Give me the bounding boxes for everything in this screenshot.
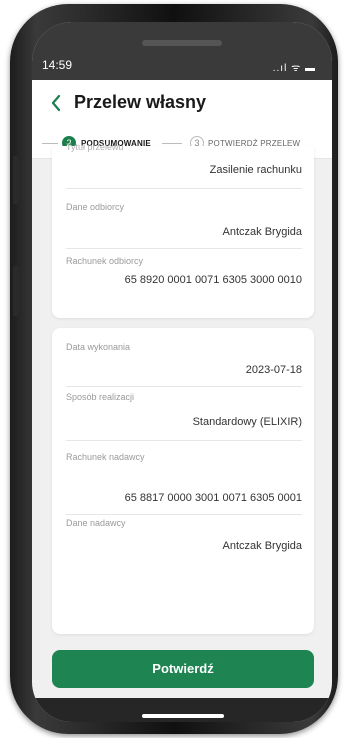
field-value-recipient-account: 65 8920 0001 0071 6305 3000 0010 [124,274,302,286]
volume-button [13,156,19,204]
field-value-date: 2023-07-18 [245,364,302,376]
chevron-left-icon [51,94,61,112]
field-label-sender-account: Rachunek nadawcy [66,452,145,462]
field-value-recipient: Antczak Brygida [222,226,302,238]
status-time: 14:59 [42,58,73,72]
field-value-title: Zasilenie rachunku [209,164,302,176]
step-connector [162,143,182,144]
status-icons: ..ıl ᯤ ▬ [272,63,316,74]
execution-details-card: Data wykonania 2023-07-18 Sposób realiza… [52,328,314,634]
field-label-method: Sposób realizacji [66,392,135,402]
confirm-button[interactable]: Potwierdź [52,650,314,688]
back-button[interactable] [44,88,68,118]
field-value-method: Standardowy (ELIXIR) [192,416,302,428]
side-button [13,266,19,316]
field-value-sender: Antczak Brygida [222,540,302,552]
speaker-notch [142,40,222,46]
field-label-recipient: Dane odbiorcy [66,202,125,212]
divider [66,440,302,441]
divider [66,514,302,515]
field-value-sender-account: 65 8817 0000 3001 0071 6305 0001 [124,492,302,504]
system-nav-bar [32,698,332,722]
home-indicator[interactable] [142,714,224,718]
divider [66,188,302,189]
transfer-details-card: Tytuł przelewu Zasilenie rachunku Dane o… [52,142,314,318]
divider [66,386,302,387]
field-label-title: Tytuł przelewu [66,142,124,152]
page-title: Przelew własny [74,92,207,112]
field-label-date: Data wykonania [66,342,131,352]
step-connector [42,143,58,144]
divider [66,248,302,249]
app-header: Przelew własny [32,80,332,128]
screen: 14:59 ..ıl ᯤ ▬ Przelew własny 2 PODSUMOW… [32,22,332,722]
phone-frame: 14:59 ..ıl ᯤ ▬ Przelew własny 2 PODSUMOW… [10,4,338,734]
field-label-sender: Dane nadawcy [66,518,126,528]
field-label-recipient-account: Rachunek odbiorcy [66,256,144,266]
